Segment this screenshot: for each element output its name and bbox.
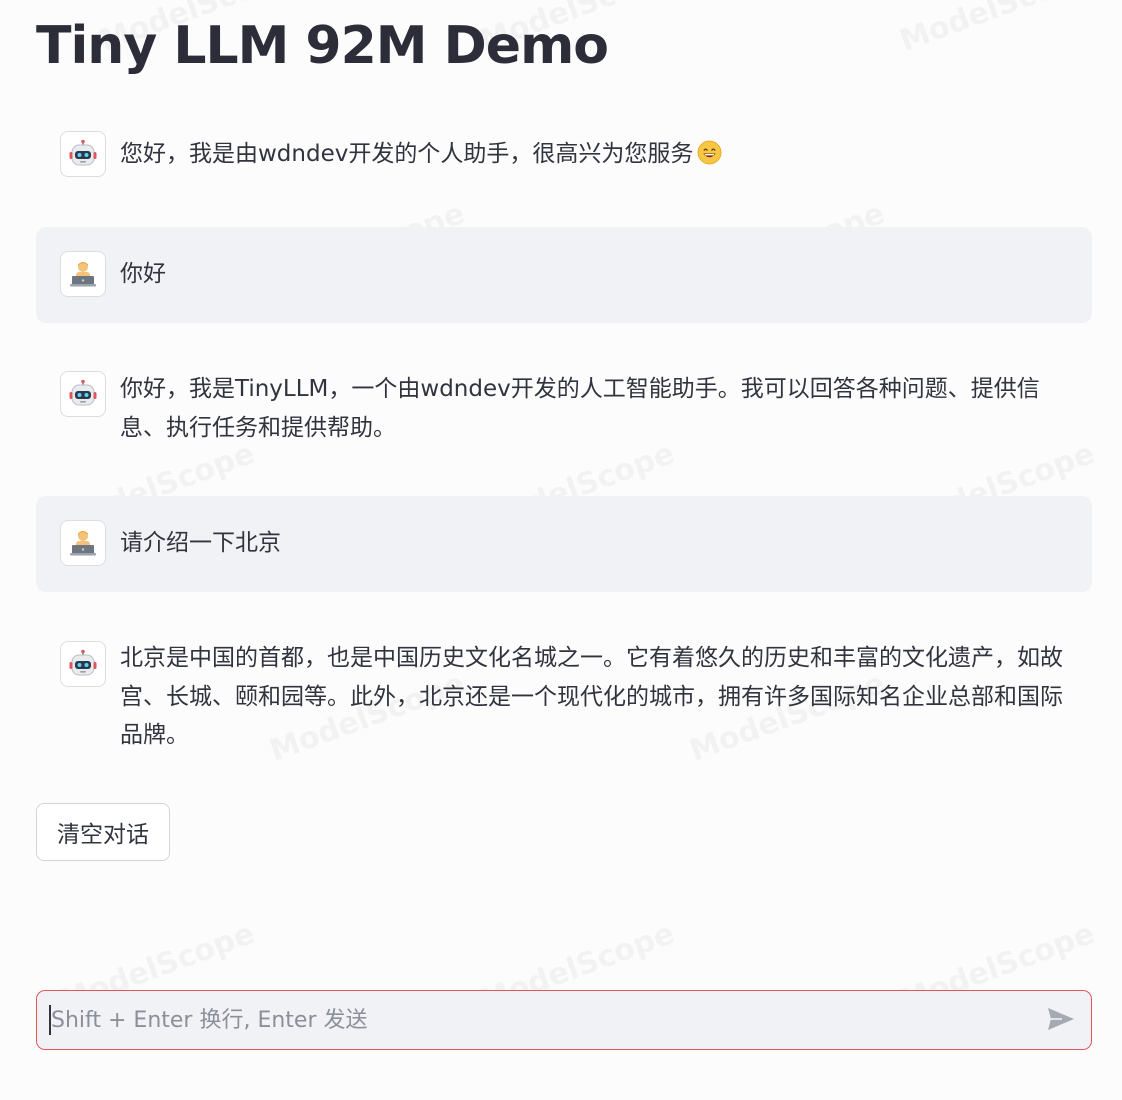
clear-chat-button[interactable]: 清空对话: [36, 803, 170, 861]
person-at-laptop-icon: [60, 520, 106, 566]
watermark: ModelScope: [895, 0, 1099, 59]
message-text: 北京是中国的首都，也是中国历史文化名城之一。它有着悠久的历史和丰富的文化遗产，如…: [120, 645, 1063, 748]
chat-input-container: [36, 990, 1092, 1050]
chat-message-user: 请介绍一下北京: [36, 496, 1092, 592]
person-at-laptop-icon: [60, 251, 106, 297]
text-cursor: [49, 1005, 51, 1035]
chat-input[interactable]: [47, 999, 1035, 1041]
page-title: Tiny LLM 92M Demo: [36, 16, 609, 76]
robot-icon: [60, 131, 106, 177]
robot-icon: [60, 641, 106, 687]
message-text: 请介绍一下北京: [120, 530, 281, 556]
send-button[interactable]: [1045, 1005, 1077, 1035]
message-text: 你好: [120, 261, 166, 287]
message-text-content: 您好，我是由wdndev开发的个人助手，很高兴为您服务: [120, 141, 694, 167]
app-page: ModelScope ModelScope ModelScope ModelSc…: [0, 0, 1122, 1100]
chat-message-assistant: 你好，我是TinyLLM，一个由wdndev开发的人工智能助手。我可以回答各种问…: [36, 355, 1092, 455]
chat-message-assistant: 北京是中国的首都，也是中国历史文化名城之一。它有着悠久的历史和丰富的文化遗产，如…: [36, 625, 1092, 765]
chat-message-user: 你好: [36, 227, 1092, 323]
chat-message-assistant: 您好，我是由wdndev开发的个人助手，很高兴为您服务: [36, 118, 1092, 190]
send-icon: [1048, 1008, 1074, 1030]
robot-icon: [60, 371, 106, 417]
message-text: 你好，我是TinyLLM，一个由wdndev开发的人工智能助手。我可以回答各种问…: [120, 376, 1040, 441]
grinning-face-icon: [697, 140, 722, 165]
message-text: 您好，我是由wdndev开发的个人助手，很高兴为您服务: [120, 135, 1080, 174]
